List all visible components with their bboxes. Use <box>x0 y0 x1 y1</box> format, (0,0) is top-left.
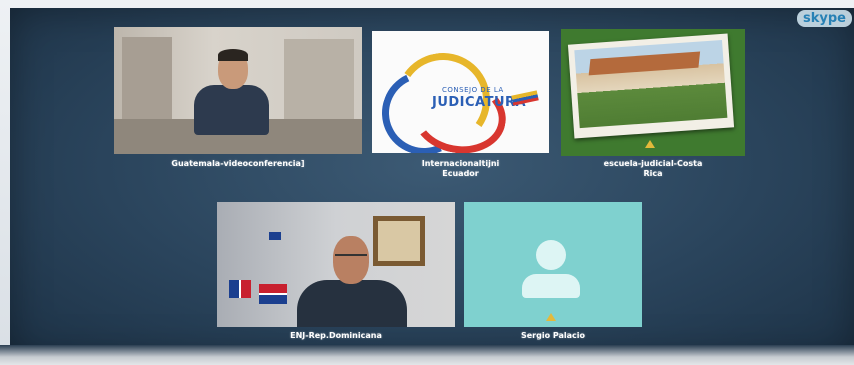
person-body <box>194 85 269 135</box>
participant-tile-sergio-palacio[interactable] <box>464 202 642 327</box>
participant-name-ecuador: Internacionaltijni Ecuador <box>421 159 500 178</box>
photo-frame: skype Guatemala-videoconferencia] CONSEJ… <box>0 0 854 365</box>
status-indicator-icon <box>546 313 556 321</box>
person-hair <box>218 49 248 61</box>
participant-name-rep-dominicana: ENJ-Rep.Dominicana <box>290 331 382 340</box>
default-avatar-head-icon <box>536 240 566 270</box>
participant-name-costa-rica: escuela-judicial-Costa Rica <box>603 159 703 178</box>
person-body <box>297 280 407 327</box>
skype-logo: skype <box>797 10 852 27</box>
building-photo <box>567 33 735 139</box>
flag-icon <box>229 280 251 298</box>
participant-tile-rep-dominicana[interactable] <box>217 202 455 327</box>
participant-tile-costa-rica[interactable] <box>561 29 745 156</box>
status-indicator-icon <box>645 140 655 148</box>
small-flag <box>269 232 281 240</box>
logo-text-line1: CONSEJO DE LA <box>442 86 504 94</box>
participant-tile-guatemala[interactable] <box>114 27 362 154</box>
default-avatar-body-icon <box>522 274 580 298</box>
dominican-flag-icon <box>259 284 287 304</box>
wall-picture <box>378 221 420 261</box>
bottom-edge <box>0 345 854 365</box>
participant-name-guatemala: Guatemala-videoconferencia] <box>171 159 305 168</box>
glasses <box>335 254 367 261</box>
participant-name-sergio-palacio: Sergio Palacio <box>520 331 586 340</box>
cabinet <box>284 39 354 129</box>
photo-image <box>574 39 728 129</box>
participant-tile-ecuador[interactable]: CONSEJO DE LA JUDICATURA <box>372 31 549 153</box>
